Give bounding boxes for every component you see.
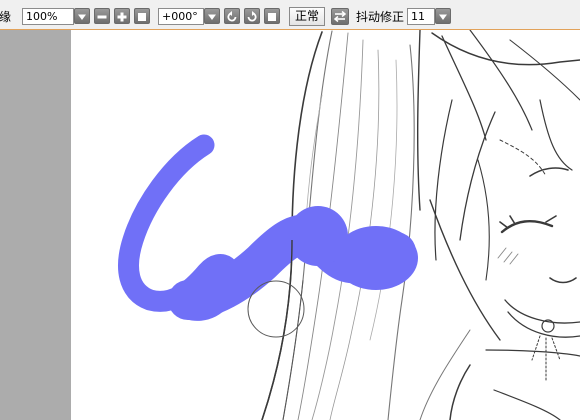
brush-cursor — [247, 280, 305, 338]
shoulder — [485, 349, 580, 357]
bangs-line — [469, 30, 533, 131]
closed-eye — [500, 220, 554, 234]
eyebrow — [529, 167, 569, 177]
hair-line — [477, 159, 490, 281]
side-panel — [0, 30, 71, 420]
eyelash — [499, 221, 509, 229]
drawing-canvas[interactable] — [71, 30, 580, 420]
angle-input[interactable]: +000° — [158, 8, 204, 25]
collar — [507, 311, 580, 338]
face-outline — [429, 199, 501, 341]
reset-button[interactable] — [134, 8, 150, 24]
hair-line — [282, 279, 304, 420]
triangle-down-icon — [208, 14, 216, 20]
plus-icon — [117, 12, 127, 22]
shoulder — [449, 364, 471, 420]
brush-toolbar: 缘 100% +000° 正常 抖动修正 11 — [0, 0, 580, 30]
triangle-down-icon — [439, 14, 447, 20]
angle-reset-button[interactable] — [264, 8, 280, 24]
artwork — [118, 30, 580, 420]
bangs-line — [459, 111, 496, 241]
minus-icon — [97, 15, 107, 19]
blush-marks — [497, 247, 519, 265]
swap-button[interactable] — [331, 8, 349, 25]
swap-icon — [333, 10, 347, 23]
opacity-dropdown-button[interactable] — [74, 8, 90, 24]
edge-label: 缘 — [0, 10, 12, 24]
rotate-left-button[interactable] — [224, 8, 240, 24]
bangs-line — [509, 39, 580, 101]
eyelash — [545, 215, 557, 223]
triangle-down-icon — [78, 14, 86, 20]
rotate-right-icon — [247, 11, 257, 22]
hair-line — [369, 59, 398, 341]
dress-line — [493, 389, 561, 420]
blend-mode-button[interactable]: 正常 — [289, 7, 326, 26]
bangs-line — [539, 99, 573, 171]
square-icon — [138, 13, 146, 21]
eyelash — [509, 215, 516, 225]
brush-stroke — [288, 206, 348, 266]
opacity-input[interactable]: 100% — [22, 8, 74, 25]
smile — [549, 277, 577, 284]
hair-line — [419, 329, 471, 420]
square-icon — [268, 13, 276, 21]
head-outline — [431, 32, 580, 66]
rotate-right-button[interactable] — [244, 8, 260, 24]
bangs-line — [416, 30, 421, 211]
decrease-button[interactable] — [94, 8, 110, 24]
stabilizer-input[interactable]: 11 — [407, 8, 435, 25]
chain — [531, 335, 561, 381]
rotate-left-icon — [227, 11, 237, 22]
stabilizer-label: 抖动修正 — [356, 10, 405, 24]
angle-dropdown-button[interactable] — [204, 8, 220, 24]
stabilizer-dropdown-button[interactable] — [435, 8, 451, 24]
increase-button[interactable] — [114, 8, 130, 24]
